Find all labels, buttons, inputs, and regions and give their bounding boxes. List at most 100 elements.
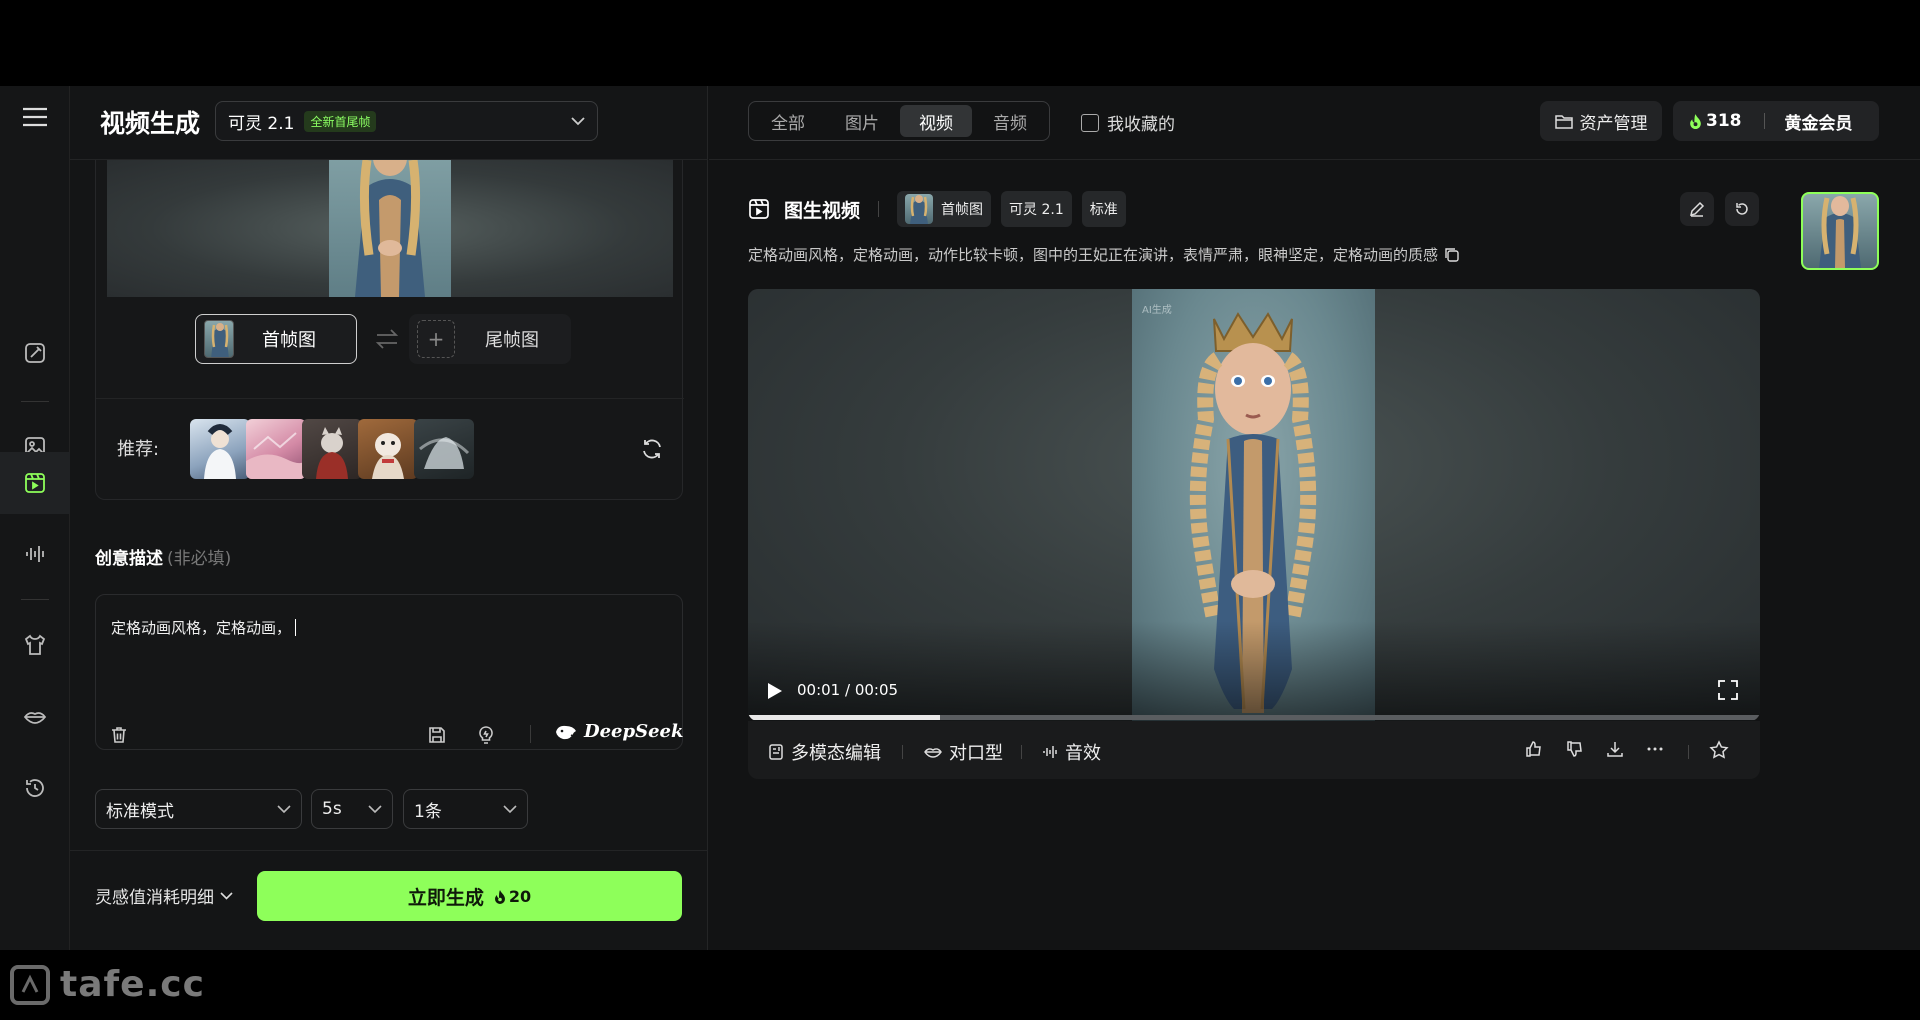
history-icon[interactable]	[0, 757, 70, 819]
first-frame-button[interactable]: 首帧图	[195, 314, 357, 364]
edit-button[interactable]	[1680, 192, 1714, 226]
count-select[interactable]: 1条	[403, 789, 528, 829]
video-player[interactable]: AI生成 00:01 / 00:05	[748, 289, 1760, 721]
sound-effect-label: 音效	[1065, 743, 1101, 764]
multimodal-edit-button[interactable]: 多模态编辑	[768, 739, 881, 765]
last-frame-label: 尾帧图	[485, 330, 539, 351]
thumbs-up-icon[interactable]	[1525, 740, 1543, 758]
regenerate-button[interactable]	[1725, 192, 1759, 226]
lip-sync-button[interactable]: 对口型	[924, 739, 1003, 765]
copy-icon[interactable]	[1444, 247, 1460, 263]
video-surface: AI生成 00:01 / 00:05	[748, 289, 1760, 721]
credits-divider	[1763, 113, 1765, 129]
lips-icon[interactable]	[0, 686, 70, 748]
tab-audio[interactable]: 音频	[974, 105, 1046, 137]
recommend-thumbnail[interactable]	[246, 419, 306, 479]
play-icon[interactable]	[766, 681, 784, 701]
results-header: 全部 图片 视频 音频 我收藏的 资产管理 318 黄金会员	[709, 86, 1920, 160]
plus-icon: +	[417, 320, 455, 358]
rail-divider	[21, 599, 49, 600]
filter-tabs: 全部 图片 视频 音频	[748, 101, 1050, 141]
first-frame-label: 首帧图	[262, 330, 316, 351]
checkbox-box	[1081, 113, 1099, 132]
mode-select[interactable]: 标准模式	[95, 789, 302, 829]
chevron-down-icon	[368, 804, 382, 814]
generation-panel: 视频生成 可灵 2.1 全新首尾帧 首帧图 + 尾帧图 推荐: 创意描述 (非必…	[70, 86, 708, 950]
generate-cost-value: 20	[508, 886, 532, 906]
first-frame-chip[interactable]: 首帧图	[897, 191, 992, 227]
menu-icon[interactable]	[0, 86, 70, 148]
action-divider	[1688, 745, 1689, 759]
model-chip: 可灵 2.1	[1001, 191, 1072, 227]
page-title: 视频生成	[100, 109, 201, 138]
thumbs-down-icon[interactable]	[1566, 740, 1584, 758]
image-input-card: 首帧图 + 尾帧图 推荐:	[95, 160, 684, 500]
trash-icon[interactable]	[109, 725, 129, 745]
left-rail	[0, 86, 70, 950]
generate-button[interactable]: 立即生成 20	[257, 871, 682, 921]
tab-videos[interactable]: 视频	[900, 105, 972, 137]
download-icon[interactable]	[1606, 740, 1624, 758]
asset-management-button[interactable]: 资产管理	[1540, 101, 1662, 141]
video-controls-gradient	[748, 621, 1760, 721]
more-icon[interactable]	[1646, 740, 1664, 758]
results-area: 全部 图片 视频 音频 我收藏的 资产管理 318 黄金会员 图生视频 首帧图 …	[709, 86, 1920, 950]
description-label: 创意描述 (非必填)	[95, 544, 231, 569]
mode-chip: 标准	[1081, 191, 1126, 227]
shirt-icon[interactable]	[0, 614, 70, 676]
optional-hint: (非必填)	[167, 549, 232, 569]
favorites-checkbox[interactable]: 我收藏的	[1081, 110, 1175, 135]
time-display: 00:01 / 00:05	[797, 681, 899, 699]
save-icon[interactable]	[427, 725, 447, 745]
fullscreen-icon[interactable]	[1717, 679, 1739, 701]
credits-button[interactable]: 318 黄金会员	[1673, 101, 1879, 141]
video-icon[interactable]	[0, 452, 70, 514]
pencil-icon	[1689, 201, 1705, 217]
flame-icon	[1690, 114, 1701, 129]
magic-brush-icon[interactable]	[0, 322, 70, 384]
flame-icon	[494, 889, 505, 904]
deepseek-button[interactable]: DeepSeek	[554, 721, 683, 742]
recommend-thumbnail[interactable]	[414, 419, 474, 479]
player-actions-bar: 多模态编辑 对口型 音效	[748, 721, 1760, 779]
last-frame-button[interactable]: + 尾帧图	[409, 314, 571, 364]
description-textarea[interactable]: 定格动画风格，定格动画， DeepSeek	[95, 594, 683, 750]
membership-label[interactable]: 黄金会员	[1785, 109, 1853, 134]
tool-divider	[530, 725, 531, 743]
multimodal-edit-label: 多模态编辑	[791, 743, 881, 764]
panel-header: 视频生成 可灵 2.1 全新首尾帧	[70, 86, 708, 160]
chip-thumbnail	[905, 194, 934, 224]
refresh-icon[interactable]	[640, 437, 664, 461]
ai-generated-tag: AI生成	[1142, 305, 1172, 316]
folder-icon	[1554, 115, 1573, 129]
cost-detail-toggle[interactable]: 灵感值消耗明细	[95, 883, 233, 908]
watermark-logo-icon	[10, 964, 50, 1005]
tab-images[interactable]: 图片	[826, 105, 898, 137]
audio-wave-icon[interactable]	[0, 523, 70, 585]
model-select[interactable]: 可灵 2.1 全新首尾帧	[215, 101, 598, 141]
result-title: 图生视频	[784, 199, 861, 222]
duration-select[interactable]: 5s	[311, 789, 393, 829]
sound-effect-button[interactable]: 音效	[1042, 739, 1101, 765]
credits-value: 318	[1706, 111, 1742, 131]
duration-value: 5s	[322, 799, 342, 819]
progress-bar[interactable]	[748, 715, 1760, 720]
multimodal-edit-icon	[769, 744, 783, 760]
generate-label: 立即生成	[407, 886, 484, 909]
tab-all[interactable]: 全部	[752, 105, 824, 137]
recommend-thumbnail[interactable]	[358, 419, 418, 479]
history-thumbnail[interactable]	[1801, 192, 1879, 270]
first-frame-thumbnail	[204, 320, 234, 358]
sound-wave-icon	[1043, 746, 1057, 758]
image-preview[interactable]	[107, 160, 673, 297]
prompt-text: 定格动画风格，定格动画，动作比较卡顿，图中的王妃正在演讲，表情严肃，眼神坚定，定…	[748, 244, 1460, 265]
lightbulb-icon[interactable]	[476, 725, 496, 745]
recommend-thumbnail[interactable]	[302, 419, 362, 479]
swap-icon[interactable]	[374, 328, 400, 350]
watermark: tafe.cc	[10, 964, 205, 1005]
star-icon[interactable]	[1709, 740, 1729, 760]
progress-fill	[748, 715, 941, 720]
app-window: 视频生成 可灵 2.1 全新首尾帧 首帧图 + 尾帧图 推荐: 创意描述 (非必…	[0, 86, 1920, 950]
recommend-thumbnail[interactable]	[190, 419, 250, 479]
rail-divider	[21, 401, 49, 402]
